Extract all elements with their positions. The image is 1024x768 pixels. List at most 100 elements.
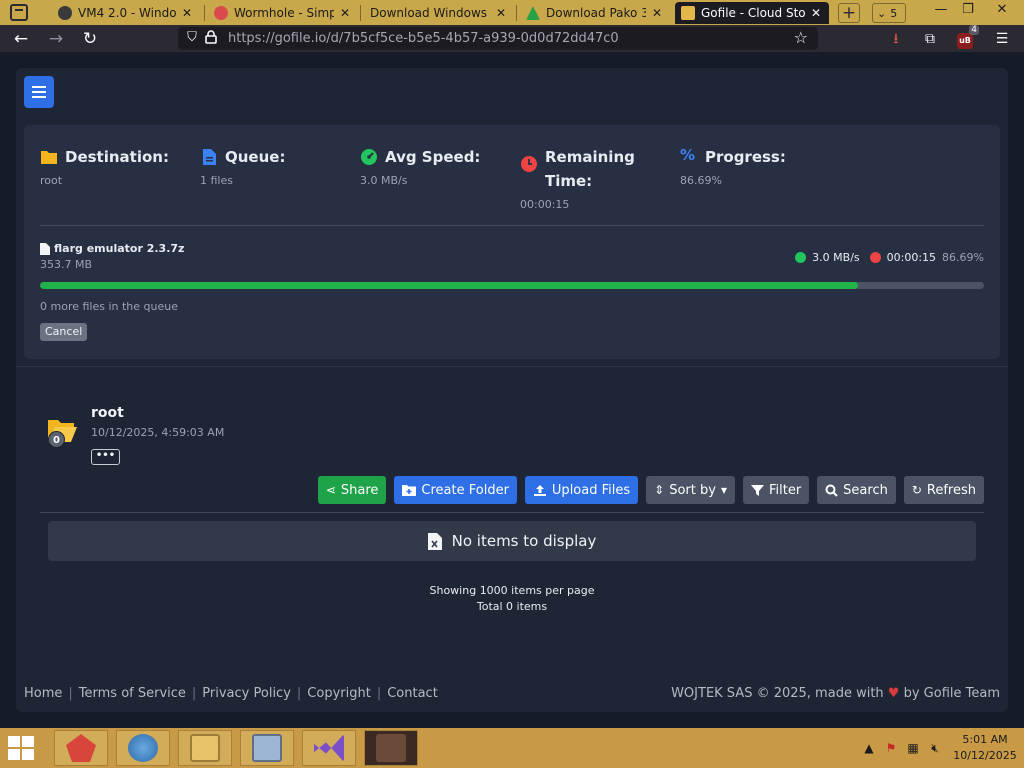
clock-time: 5:01 AM (962, 733, 1008, 746)
tab-vm4[interactable]: VM4 2.0 - Window ✕ (52, 2, 200, 24)
footer-separator: | (68, 686, 73, 701)
stat-queue: Queue: 1 files (200, 145, 285, 187)
tab-download-pako[interactable]: Download Pako 3 l ✕ (520, 2, 670, 24)
windows-taskbar: ▲ ⚑ ▦ 🔇︎ 5:01 AM 10/12/2025 (0, 728, 1024, 768)
queue-value: 1 files (200, 174, 233, 187)
tab-separator (204, 5, 205, 21)
folder-icon (41, 151, 57, 164)
taskbar-app-media[interactable] (364, 730, 418, 766)
sort-by-button[interactable]: ⇕ Sort by ▾ (646, 476, 735, 504)
navigation-bar: ← → ↻ ⛉ https://gofile.io/d/7b5cf5ce-b5e… (0, 25, 1024, 52)
url-text[interactable]: https://gofile.io/d/7b5cf5ce-b5e5-4b57-a… (228, 31, 619, 46)
close-tab-icon[interactable]: ✕ (650, 6, 664, 20)
stat-destination: Destination: root (40, 145, 169, 187)
pagination-info: Showing 1000 items per page Total 0 item… (16, 583, 1008, 615)
share-button[interactable]: ⋖ Share (317, 476, 387, 504)
visual-studio-icon (314, 734, 344, 762)
clock-icon (869, 252, 881, 263)
close-window-button[interactable]: ✕ (985, 0, 1019, 22)
empty-state: No items to display (48, 521, 976, 561)
tab-list-button[interactable]: ⌄ 5 (872, 3, 906, 23)
taskbar-app-visual-studio[interactable] (302, 730, 356, 766)
tab-strip: VM4 2.0 - Window ✕ Wormhole - Simpl ✕ Do… (0, 0, 1024, 25)
folder-plus-icon (402, 485, 417, 496)
bookmark-star-icon[interactable]: ☆ (794, 28, 808, 47)
taskbar-app-firefox[interactable] (54, 730, 108, 766)
cancel-button[interactable]: Cancel (40, 323, 88, 341)
reload-button[interactable]: ↻ (79, 28, 101, 50)
lock-icon[interactable] (203, 30, 219, 46)
show-hidden-icons-icon[interactable]: ▲ (858, 741, 880, 755)
network-icon[interactable]: ▦ (902, 741, 924, 755)
close-tab-icon[interactable]: ✕ (338, 6, 352, 20)
filter-button[interactable]: Filter (742, 476, 810, 504)
extensions-icon[interactable]: ⧉ (920, 29, 940, 49)
heart-icon: ♥ (887, 686, 900, 701)
footer-link-home[interactable]: Home (24, 686, 62, 701)
address-bar[interactable]: ⛉ https://gofile.io/d/7b5cf5ce-b5e5-4b57… (178, 27, 818, 50)
downloads-icon[interactable]: ⭳ (886, 29, 906, 49)
file-name: flarg emulator 2.3.7z (54, 242, 185, 255)
refresh-button[interactable]: ↻ Refresh (903, 476, 984, 504)
upload-files-button[interactable]: Upload Files (524, 476, 639, 504)
stat-speed: Avg Speed: 3.0 MB/s (360, 145, 480, 187)
globe-icon (128, 734, 158, 762)
refresh-label: Refresh (926, 482, 976, 498)
footer-link-contact[interactable]: Contact (387, 686, 438, 701)
restore-button[interactable]: ❐ (951, 0, 985, 22)
tab-wormhole[interactable]: Wormhole - Simpl ✕ (208, 2, 358, 24)
clock-date: 10/12/2025 (953, 749, 1017, 762)
footer-link-terms[interactable]: Terms of Service (79, 686, 186, 701)
tab-separator (516, 5, 517, 21)
progress-label: Progress: (705, 148, 786, 166)
footer-separator: | (191, 686, 197, 701)
monitor-icon (252, 734, 282, 762)
taskbar-app-browser[interactable] (116, 730, 170, 766)
menu-icon[interactable]: ☰ (992, 29, 1012, 49)
tab-download-windows[interactable]: Download Windows Ph ✕ (364, 2, 514, 24)
start-button[interactable] (8, 736, 36, 762)
new-tab-button[interactable]: + (838, 3, 860, 23)
footer-separator: | (296, 686, 302, 701)
file-icon (203, 149, 216, 165)
remaining-label: Remaining Time: (545, 148, 635, 190)
folder-options-button[interactable]: ••• (91, 449, 120, 465)
search-button[interactable]: Search (817, 476, 896, 504)
tab-title: VM4 2.0 - Window (78, 6, 176, 20)
create-folder-button[interactable]: Create Folder (394, 476, 517, 504)
file-meta: 3.0 MB/s 00:00:15 86.69% (795, 251, 984, 264)
forward-button[interactable]: → (45, 28, 67, 50)
footer-link-privacy[interactable]: Privacy Policy (202, 686, 291, 701)
footer-link-copyright[interactable]: Copyright (307, 686, 371, 701)
ublock-icon[interactable]: uB 4 (955, 25, 979, 49)
upload-status-card: Destination: root Queue: 1 files Avg Spe… (24, 125, 1000, 359)
list-divider (40, 512, 984, 513)
tab-title: Wormhole - Simpl (234, 6, 334, 20)
content-toolbar: ⋖ Share Create Folder Upload Files ⇕ Sor… (317, 476, 984, 504)
taskbar-app-monitor[interactable] (240, 730, 294, 766)
firefox-view-icon[interactable] (10, 4, 28, 21)
progress-value: 86.69% (680, 174, 722, 187)
clock[interactable]: 5:01 AM 10/12/2025 (946, 732, 1024, 764)
taskbar-app-explorer[interactable] (178, 730, 232, 766)
tab-title: Gofile - Cloud Stor (701, 6, 805, 20)
sidebar-toggle-button[interactable] (24, 76, 54, 108)
caret-down-icon: ▾ (720, 483, 727, 497)
close-tab-icon[interactable]: ✕ (494, 6, 508, 20)
pako-favicon-icon (526, 6, 540, 20)
shield-icon[interactable]: ⛉ (184, 30, 200, 46)
close-tab-icon[interactable]: ✕ (809, 6, 823, 20)
back-button[interactable]: ← (10, 28, 32, 50)
close-tab-icon[interactable]: ✕ (180, 6, 194, 20)
media-thumbnail-icon (376, 734, 406, 762)
flag-alert-icon[interactable]: ⚑ (880, 741, 902, 755)
tab-gofile[interactable]: Gofile - Cloud Stor ✕ (675, 2, 829, 24)
search-label: Search (843, 482, 888, 498)
gauge-icon (361, 149, 377, 165)
destination-value: root (40, 174, 63, 187)
volume-muted-icon[interactable]: 🔇︎ (924, 741, 946, 756)
chevron-down-icon: ⌄ (877, 6, 887, 20)
file-excel-icon (427, 532, 442, 550)
folder-date: 10/12/2025, 4:59:03 AM (91, 426, 225, 439)
create-folder-label: Create Folder (421, 482, 509, 498)
